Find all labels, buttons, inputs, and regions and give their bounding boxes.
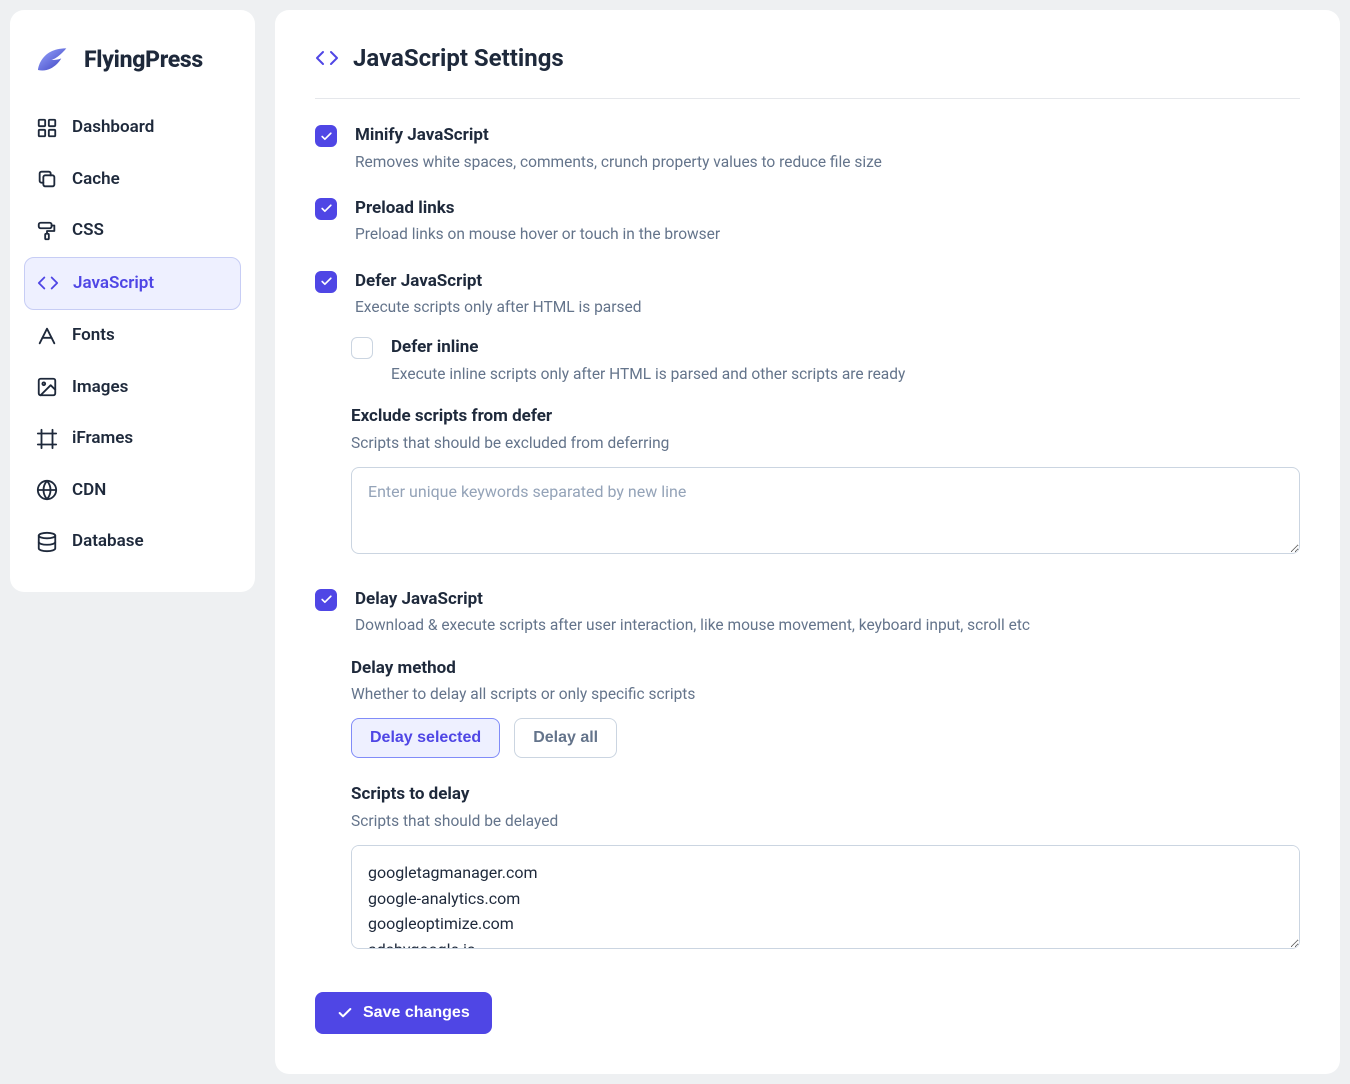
sidebar-item-label: Cache: [72, 167, 120, 193]
page-header: JavaScript Settings: [315, 40, 1300, 99]
check-icon: [320, 593, 333, 606]
save-button-label: Save changes: [363, 1004, 470, 1022]
delay-method-toggle: Delay selected Delay all: [351, 718, 1300, 758]
sidebar-item-cache[interactable]: Cache: [24, 154, 241, 206]
database-icon: [36, 531, 58, 553]
sidebar-item-label: Database: [72, 529, 144, 555]
brand-logo: FlyingPress: [24, 34, 241, 98]
main-panel: JavaScript Settings Minify JavaScript Re…: [275, 10, 1340, 1074]
frame-icon: [36, 428, 58, 450]
sidebar-item-fonts[interactable]: Fonts: [24, 310, 241, 362]
delay-selected-button[interactable]: Delay selected: [351, 718, 500, 758]
globe-icon: [36, 479, 58, 501]
field-scripts-to-delay: Scripts to delay Scripts that should be …: [315, 782, 1300, 956]
field-desc: Scripts that should be excluded from def…: [351, 432, 1300, 455]
option-title: Minify JavaScript: [355, 123, 1300, 149]
checkbox-delay-javascript[interactable]: [315, 589, 337, 611]
option-desc: Execute scripts only after HTML is parse…: [355, 296, 1300, 319]
font-icon: [36, 325, 58, 347]
sidebar-item-images[interactable]: Images: [24, 362, 241, 414]
field-desc: Scripts that should be delayed: [351, 810, 1300, 833]
field-title: Scripts to delay: [351, 782, 1300, 808]
option-defer-inline: Defer inline Execute inline scripts only…: [315, 335, 1300, 386]
sidebar-item-iframes[interactable]: iFrames: [24, 413, 241, 465]
sidebar-item-label: Dashboard: [72, 115, 154, 141]
sidebar-item-cdn[interactable]: CDN: [24, 465, 241, 517]
field-delay-method: Delay method Whether to delay all script…: [315, 656, 1300, 759]
code-icon: [315, 46, 339, 70]
exclude-defer-input[interactable]: [351, 467, 1300, 554]
sidebar-item-dashboard[interactable]: Dashboard: [24, 102, 241, 154]
paint-roller-icon: [36, 220, 58, 242]
option-title: Preload links: [355, 196, 1300, 222]
option-desc: Execute inline scripts only after HTML i…: [391, 363, 1300, 386]
check-icon: [320, 202, 333, 215]
copy-icon: [36, 168, 58, 190]
sidebar-item-javascript[interactable]: JavaScript: [24, 257, 241, 311]
checkbox-preload-links[interactable]: [315, 198, 337, 220]
field-desc: Whether to delay all scripts or only spe…: [351, 683, 1300, 706]
grid-icon: [36, 117, 58, 139]
field-title: Exclude scripts from defer: [351, 404, 1300, 430]
sidebar-item-css[interactable]: CSS: [24, 205, 241, 257]
sidebar-item-label: iFrames: [72, 426, 133, 452]
sidebar-item-label: CDN: [72, 478, 106, 504]
sidebar-item-label: Images: [72, 375, 128, 401]
flyingpress-logo-icon: [32, 40, 74, 80]
check-icon: [337, 1005, 353, 1021]
sidebar-item-label: Fonts: [72, 323, 115, 349]
delay-all-button[interactable]: Delay all: [514, 718, 617, 758]
save-changes-button[interactable]: Save changes: [315, 992, 492, 1034]
sidebar-nav: Dashboard Cache CSS JavaScript Fonts Ima…: [24, 102, 241, 568]
option-desc: Removes white spaces, comments, crunch p…: [355, 151, 1300, 174]
option-minify-javascript: Minify JavaScript Removes white spaces, …: [315, 123, 1300, 174]
page-title: JavaScript Settings: [353, 40, 564, 76]
sidebar: FlyingPress Dashboard Cache CSS JavaScri…: [10, 10, 255, 592]
check-icon: [320, 275, 333, 288]
option-desc: Download & execute scripts after user in…: [355, 614, 1300, 637]
option-delay-javascript: Delay JavaScript Download & execute scri…: [315, 587, 1300, 638]
scripts-to-delay-input[interactable]: [351, 845, 1300, 949]
checkbox-defer-inline[interactable]: [351, 337, 373, 359]
checkbox-minify-javascript[interactable]: [315, 125, 337, 147]
option-title: Defer inline: [391, 335, 1300, 361]
checkbox-defer-javascript[interactable]: [315, 271, 337, 293]
code-icon: [37, 272, 59, 294]
option-defer-javascript: Defer JavaScript Execute scripts only af…: [315, 269, 1300, 320]
image-icon: [36, 376, 58, 398]
check-icon: [320, 130, 333, 143]
option-title: Defer JavaScript: [355, 269, 1300, 295]
sidebar-item-database[interactable]: Database: [24, 516, 241, 568]
brand-name: FlyingPress: [84, 43, 203, 78]
field-title: Delay method: [351, 656, 1300, 682]
option-desc: Preload links on mouse hover or touch in…: [355, 223, 1300, 246]
field-exclude-defer: Exclude scripts from defer Scripts that …: [315, 404, 1300, 561]
option-title: Delay JavaScript: [355, 587, 1300, 613]
option-preload-links: Preload links Preload links on mouse hov…: [315, 196, 1300, 247]
sidebar-item-label: CSS: [72, 218, 104, 244]
sidebar-item-label: JavaScript: [73, 271, 154, 297]
